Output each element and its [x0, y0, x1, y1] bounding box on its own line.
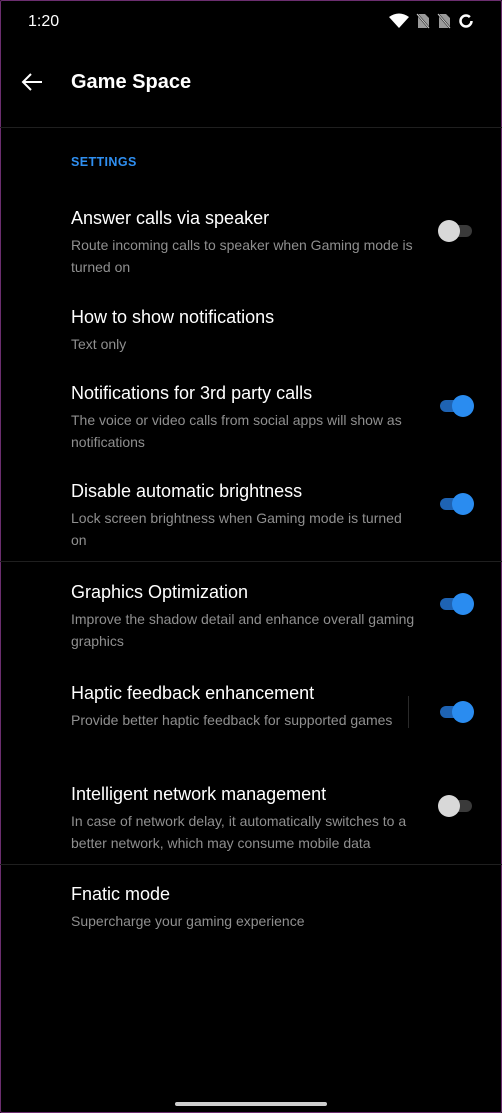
- toggle-thumb: [452, 395, 474, 417]
- setting-description: Improve the shadow detail and enhance ov…: [71, 611, 415, 649]
- status-bar: 1:20: [0, 0, 502, 44]
- setting-answer-calls-via-speaker[interactable]: Answer calls via speaker Route incoming …: [0, 208, 502, 278]
- setting-title: How to show notifications: [71, 307, 275, 327]
- toggle-thumb: [452, 701, 474, 723]
- status-icons: [389, 13, 474, 29]
- setting-title: Fnatic mode: [71, 884, 171, 904]
- battery-saver-icon: [458, 13, 474, 29]
- setting-description: Supercharge your gaming experience: [71, 913, 305, 929]
- setting-how-to-show-notifications[interactable]: How to show notifications Text only: [0, 307, 502, 353]
- setting-title: Disable automatic brightness: [71, 481, 303, 501]
- setting-description: The voice or video calls from social app…: [71, 412, 402, 450]
- answer-calls-toggle[interactable]: [438, 220, 474, 242]
- graphics-optimization-toggle[interactable]: [438, 593, 474, 615]
- app-bar: Game Space: [0, 44, 502, 128]
- setting-title: Intelligent network management: [71, 784, 327, 804]
- app-bar-divider: [0, 127, 502, 128]
- setting-disable-automatic-brightness[interactable]: Disable automatic brightness Lock screen…: [0, 481, 502, 551]
- page-title: Game Space: [71, 71, 192, 93]
- third-party-calls-toggle[interactable]: [438, 395, 474, 417]
- arrow-back-icon: [20, 72, 44, 97]
- setting-description: In case of network delay, it automatical…: [71, 813, 407, 851]
- setting-description: Route incoming calls to speaker when Gam…: [71, 237, 413, 275]
- section-header: SETTINGS: [71, 155, 137, 169]
- section-divider: [0, 864, 502, 865]
- haptic-feedback-toggle[interactable]: [438, 701, 474, 723]
- setting-description: Provide better haptic feedback for suppo…: [71, 712, 393, 728]
- no-sim-icon: [437, 13, 451, 29]
- setting-fnatic-mode[interactable]: Fnatic mode Supercharge your gaming expe…: [0, 884, 502, 930]
- setting-intelligent-network-management[interactable]: Intelligent network management In case o…: [0, 784, 502, 854]
- setting-title: Notifications for 3rd party calls: [71, 383, 313, 403]
- setting-title: Haptic feedback enhancement: [71, 683, 315, 703]
- toggle-thumb: [438, 220, 460, 242]
- home-indicator[interactable]: [175, 1102, 327, 1106]
- wifi-icon: [389, 13, 409, 29]
- setting-title: Graphics Optimization: [71, 582, 249, 602]
- network-management-toggle[interactable]: [438, 795, 474, 817]
- setting-haptic-feedback-enhancement[interactable]: Haptic feedback enhancement Provide bett…: [0, 683, 502, 753]
- toggle-thumb: [452, 593, 474, 615]
- setting-title: Answer calls via speaker: [71, 208, 270, 228]
- setting-notifications-3rd-party-calls[interactable]: Notifications for 3rd party calls The vo…: [0, 383, 502, 453]
- vertical-separator: [408, 696, 409, 728]
- status-time: 1:20: [28, 13, 60, 30]
- section-divider: [0, 561, 502, 562]
- toggle-thumb: [438, 795, 460, 817]
- auto-brightness-toggle[interactable]: [438, 493, 474, 515]
- no-sim-icon: [416, 13, 430, 29]
- setting-description: Text only: [71, 336, 127, 352]
- setting-graphics-optimization[interactable]: Graphics Optimization Improve the shadow…: [0, 582, 502, 652]
- back-button[interactable]: [16, 68, 48, 100]
- setting-description: Lock screen brightness when Gaming mode …: [71, 510, 402, 548]
- toggle-thumb: [452, 493, 474, 515]
